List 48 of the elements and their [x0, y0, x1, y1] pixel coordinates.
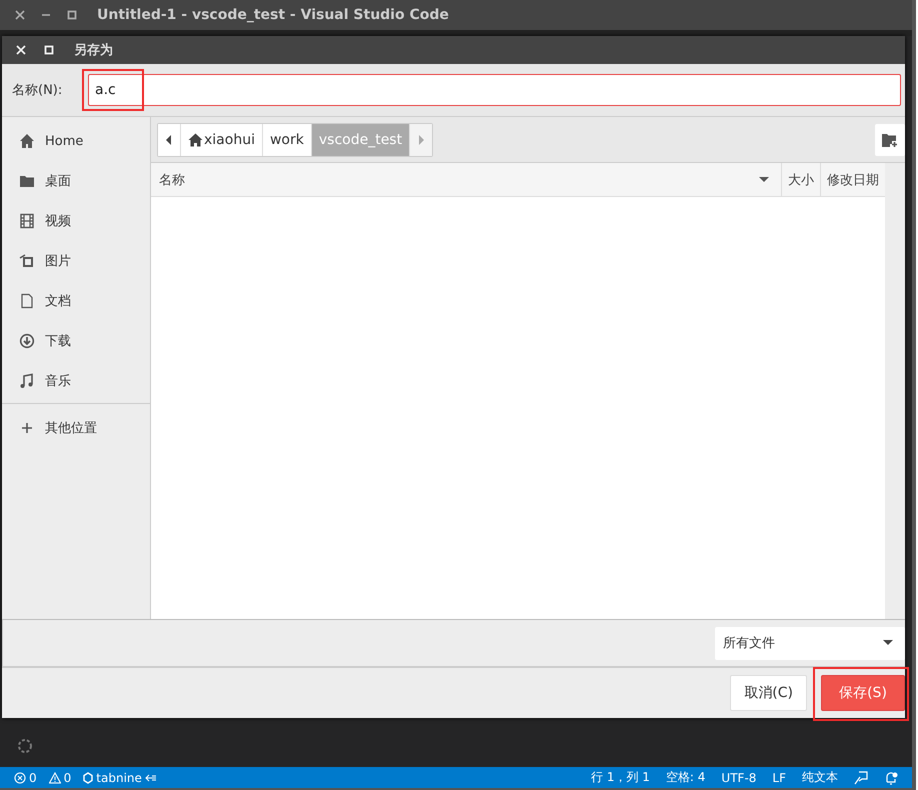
status-item[interactable]: 纯文本	[802, 769, 838, 786]
connection-icon	[144, 774, 157, 782]
plus-icon	[19, 420, 35, 436]
new-folder-button[interactable]	[875, 124, 905, 156]
scroll-left-button[interactable]	[158, 124, 181, 156]
warning-icon	[48, 772, 61, 784]
status-item[interactable]: 空格: 4	[666, 769, 706, 786]
home-icon	[19, 133, 35, 149]
column-header[interactable]: 名称	[151, 163, 781, 196]
name-field[interactable]: a.c	[88, 74, 901, 106]
left-arrow-icon	[166, 134, 172, 144]
folder-plus-icon	[882, 132, 898, 146]
sidebar-item[interactable]: Home	[2, 121, 150, 161]
home-icon	[188, 132, 203, 146]
window-title: Untitled-1 - vscode_test - Visual Studio Code	[97, 7, 449, 23]
sidebar-item[interactable]: 图片	[2, 241, 150, 281]
warning-count[interactable]: 0	[48, 770, 72, 784]
column-header[interactable]: 修改日期	[820, 163, 885, 196]
sidebar-item[interactable]: 音乐	[2, 361, 150, 401]
caret-icon	[883, 640, 893, 646]
status-item[interactable]: LF	[772, 770, 786, 784]
film-icon	[19, 213, 35, 229]
sidebar-item[interactable]: 视频	[2, 201, 150, 241]
picture-frame-icon	[19, 253, 35, 269]
sidebar-item[interactable]: 其他位置	[2, 408, 150, 448]
maximize-icon[interactable]	[67, 10, 77, 20]
music-note-icon	[19, 373, 35, 389]
download-icon	[19, 333, 35, 349]
bell-icon[interactable]	[884, 770, 898, 784]
dialog-title: 另存为	[74, 42, 113, 59]
column-header[interactable]: 大小	[781, 163, 820, 196]
sidebar-item[interactable]: 文档	[2, 281, 150, 321]
document-icon	[19, 293, 35, 309]
error-icon	[14, 772, 26, 784]
folder-icon	[19, 173, 35, 189]
right-arrow-icon	[418, 134, 424, 144]
field-label: 名称(N):	[12, 82, 64, 99]
feedback-icon[interactable]	[854, 770, 868, 784]
sidebar-item[interactable]: 下载	[2, 321, 150, 361]
status-item[interactable]: UTF-8	[721, 770, 756, 784]
tabnine-status[interactable]: tabnine	[83, 770, 157, 784]
error-count[interactable]: 0	[14, 770, 37, 784]
hexagon-icon	[83, 772, 94, 784]
sidebar-item[interactable]: 桌面	[2, 161, 150, 201]
file-type-dropdown[interactable]: 所有文件	[715, 626, 905, 660]
close-icon[interactable]	[15, 10, 25, 20]
cancel-button[interactable]: 取消(C)	[730, 675, 807, 711]
status-item[interactable]: 行 1，列 1	[591, 769, 650, 786]
